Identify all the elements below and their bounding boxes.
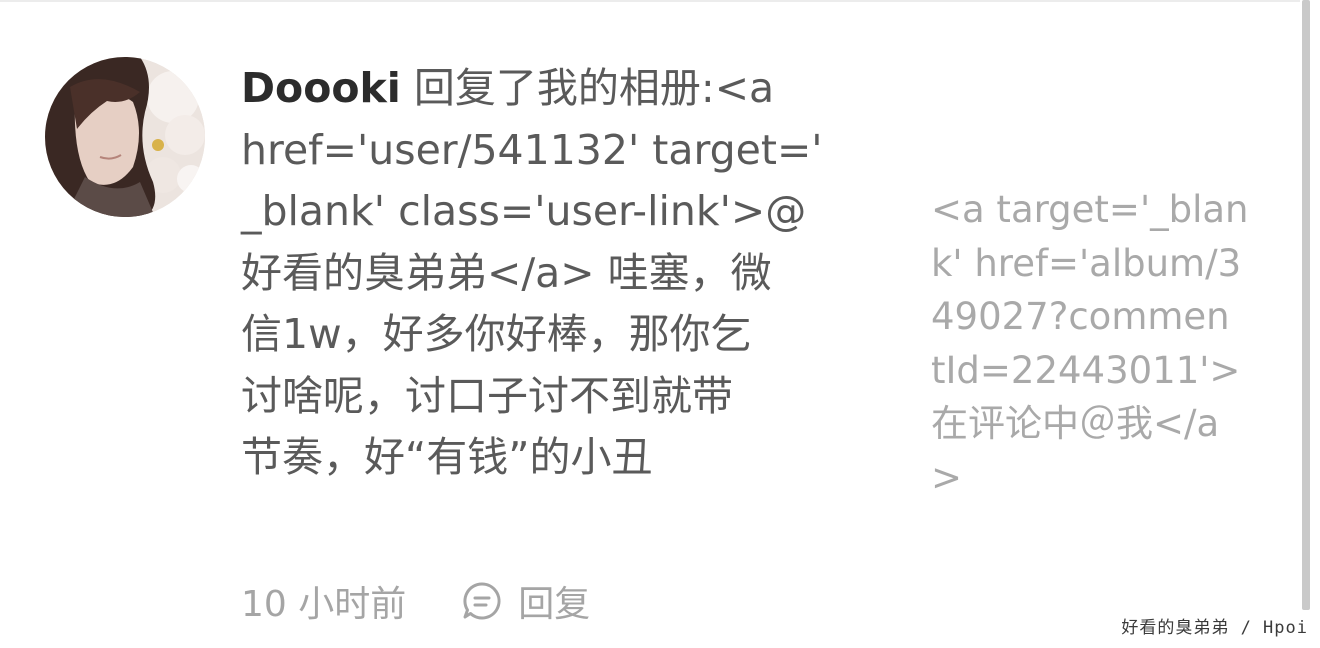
scrollbar[interactable] bbox=[1302, 0, 1310, 610]
timestamp: 10 小时前 bbox=[241, 584, 407, 625]
message-line: _blank' class='user-link'>@ bbox=[241, 187, 807, 235]
album-ref-line: k' href='album/3 bbox=[931, 241, 1242, 285]
album-ref-line: tId=22443011'> bbox=[931, 348, 1241, 392]
message-line: 讨啥呢，讨口子讨不到就带 bbox=[241, 371, 733, 420]
reply-button[interactable]: 回复 bbox=[462, 575, 590, 627]
top-divider bbox=[0, 0, 1300, 2]
author-name[interactable]: Doooki bbox=[241, 64, 401, 112]
notification-footer: 10 小时前 回复 bbox=[241, 573, 590, 629]
avatar[interactable] bbox=[45, 57, 205, 217]
message-line: 节奏，好“有钱”的小丑 bbox=[241, 433, 653, 481]
message-line: 回复了我的相册:<a bbox=[400, 64, 775, 112]
album-ref-line: <a target='_blan bbox=[931, 188, 1249, 231]
album-ref-line: > bbox=[931, 455, 963, 499]
album-reference[interactable]: <a target='_blan k' href='album/3 49027?… bbox=[931, 183, 1276, 504]
comment-bubble-icon bbox=[462, 581, 502, 621]
album-ref-line: 在评论中＠我</a bbox=[931, 402, 1220, 445]
reply-label: 回复 bbox=[518, 584, 591, 625]
watermark: 好看的臭弟弟 / Hpoi bbox=[1121, 618, 1308, 638]
notification-message: Doooki 回复了我的相册:<a href='user/541132' tar… bbox=[241, 58, 891, 489]
album-ref-line: 49027?commen bbox=[931, 295, 1230, 338]
message-line: href='user/541132' target=' bbox=[241, 125, 823, 174]
message-line: 信1w，好多你好棒，那你乞 bbox=[241, 310, 752, 358]
user-avatar-illustration-icon bbox=[45, 57, 205, 217]
message-line: 好看的臭弟弟</a> 哇塞，微 bbox=[241, 248, 772, 297]
notification-page: Doooki 回复了我的相册:<a href='user/541132' tar… bbox=[0, 0, 1320, 648]
